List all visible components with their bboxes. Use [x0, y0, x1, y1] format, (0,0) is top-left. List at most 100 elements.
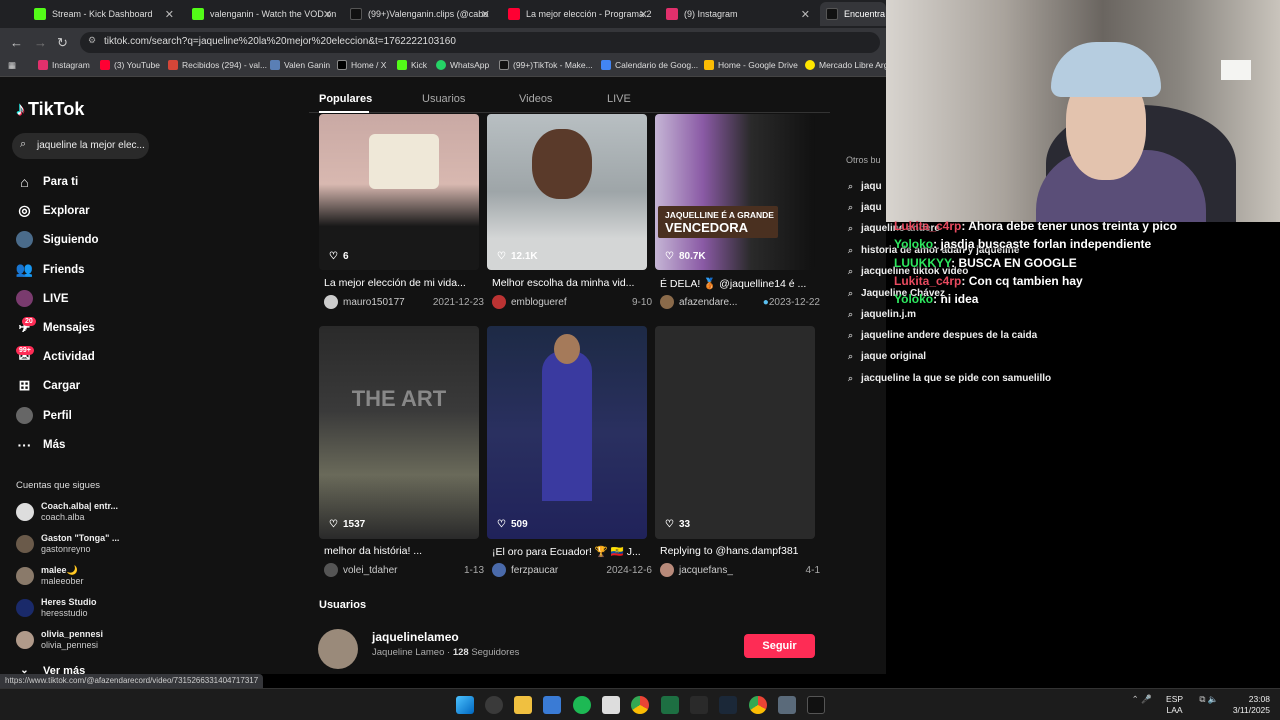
video-caption[interactable]: melhor da história! ...	[324, 545, 479, 557]
browser-tab[interactable]: (9) Instagram ✕	[660, 2, 816, 26]
nav-para-ti[interactable]: ⌂ Para ti	[16, 173, 78, 190]
user-name[interactable]: jaquelinelameo	[372, 630, 459, 644]
search-suggestion[interactable]: ⌕ jaque original	[848, 351, 926, 362]
epic-games-icon[interactable]	[690, 696, 708, 714]
bookmark-item[interactable]: Mercado Libre Arg	[805, 60, 888, 70]
avatar[interactable]	[318, 629, 358, 669]
language-indicator[interactable]: ESP LAA	[1166, 694, 1183, 716]
system-tray[interactable]: ⌃ 🎤 ESP LAA ⧉ 🔈 23:08 3/11/2025	[1132, 694, 1270, 716]
close-icon[interactable]: ✕	[639, 8, 648, 21]
store-icon[interactable]	[543, 696, 561, 714]
following-account[interactable]: Heres Studio heresstudio	[16, 597, 97, 619]
tiktok-taskbar-icon[interactable]	[807, 696, 825, 714]
search-suggestion[interactable]: ⌕ jaquelin.j.m	[848, 309, 916, 320]
bookmark-item[interactable]: WhatsApp	[436, 60, 489, 70]
video-thumbnail[interactable]: JAQUELLINE É A GRANDE VENCEDORA	[655, 114, 815, 270]
steam-icon[interactable]	[719, 696, 737, 714]
video-caption[interactable]: Melhor escolha da minha vid...	[492, 277, 647, 289]
bookmark-item[interactable]: Recibidos (294) - val...	[168, 60, 267, 70]
spotify-icon[interactable]	[573, 696, 591, 714]
nav-friends[interactable]: 👥 Friends	[16, 261, 85, 278]
browser-tab[interactable]: (99+)Valenganin.clips (@cabo ✕	[344, 2, 496, 26]
browser-tab[interactable]: La mejor elección - Programa 2 ✕	[502, 2, 654, 26]
nav-perfil[interactable]: Perfil	[16, 407, 72, 424]
search-suggestion[interactable]: ⌕ jaqueline andere despues de la caida	[848, 330, 1037, 341]
close-icon[interactable]: ✕	[801, 8, 810, 21]
search-icon: ⌕	[848, 309, 854, 319]
tiktok-logo[interactable]: ♪ TikTok	[16, 99, 84, 120]
bookmark-item[interactable]: Kick	[397, 60, 427, 70]
tab-usuarios[interactable]: Usuarios	[422, 93, 465, 105]
video-author[interactable]: jacquefans_ 4-1	[660, 563, 820, 577]
video-caption[interactable]: É DELA! 🥉 @jaquelline14 é ...	[660, 277, 815, 290]
bookmark-item[interactable]: Home / X	[337, 60, 386, 70]
video-card[interactable]: ♡ 6 La mejor elección de mi vida... mauro…	[319, 114, 484, 309]
see-more-button[interactable]: ⌄ Ver más	[16, 662, 85, 675]
nav-live[interactable]: LIVE	[16, 290, 69, 307]
file-explorer-icon[interactable]	[514, 696, 532, 714]
bookmark-item[interactable]: Calendario de Goog...	[601, 60, 698, 70]
following-account[interactable]: Gaston "Tonga" ... gastonreyno	[16, 533, 119, 555]
following-account[interactable]: Coach.alba| entr... coach.alba	[16, 501, 118, 523]
close-icon[interactable]: ✕	[481, 8, 490, 21]
video-card[interactable]: THE ART ♡ 1537 melhor da história! ... vo…	[319, 326, 484, 578]
video-caption[interactable]: Replying to @hans.dampf381	[660, 545, 815, 557]
video-thumbnail[interactable]: THE ART	[319, 326, 479, 539]
video-thumbnail[interactable]	[487, 114, 647, 270]
close-icon[interactable]: ✕	[323, 8, 332, 21]
video-author[interactable]: mauro150177 2021-12-23	[324, 295, 484, 309]
forward-icon[interactable]: →	[34, 35, 47, 50]
video-thumbnail[interactable]	[319, 114, 479, 270]
following-account[interactable]: olivia_pennesi olivia_pennesi	[16, 629, 103, 651]
tab-populares[interactable]: Populares	[319, 93, 372, 105]
tab-live[interactable]: LIVE	[607, 93, 631, 105]
tab-videos[interactable]: Videos	[519, 93, 552, 105]
video-card[interactable]: JAQUELLINE É A GRANDE VENCEDORA ♡ 80.7K É…	[655, 114, 820, 309]
nav-siguiendo[interactable]: Siguiendo	[16, 231, 99, 248]
bookmark-item[interactable]: Valen Ganin	[270, 60, 330, 70]
app-icon[interactable]	[602, 696, 620, 714]
video-thumbnail[interactable]	[655, 326, 815, 539]
video-author[interactable]: volei_tdaher 1-13	[324, 563, 484, 577]
site-info-icon[interactable]: ⚙	[88, 35, 96, 46]
video-card[interactable]: ♡ 509 ¡El oro para Ecuador! 🏆 🇪🇨 J... fer…	[487, 326, 652, 578]
nav-explorar[interactable]: ◎ Explorar	[16, 202, 89, 219]
network-volume-icon[interactable]: ⧉ 🔈	[1199, 694, 1218, 705]
video-thumbnail[interactable]	[487, 326, 647, 539]
bookmark-item[interactable]: Home - Google Drive	[704, 60, 798, 70]
video-author[interactable]: emblogueref 9-10	[492, 295, 652, 309]
bookmark-item[interactable]: (3) YouTube	[100, 60, 160, 70]
chat-message: Yoloko: ni idea	[894, 292, 979, 306]
chrome-active-icon[interactable]	[749, 696, 767, 714]
reload-icon[interactable]: ↻	[57, 35, 68, 51]
bookmark-item[interactable]: Instagram	[38, 60, 90, 70]
search-suggestion[interactable]: ⌕ jaqu	[848, 202, 882, 213]
excel-icon[interactable]	[661, 696, 679, 714]
url-input[interactable]: ⚙ tiktok.com/search?q=jaqueline%20la%20m…	[80, 32, 880, 53]
video-card[interactable]: ♡ 12.1K Melhor escolha da minha vid... em…	[487, 114, 652, 309]
follow-button[interactable]: Seguir	[744, 634, 815, 658]
clock[interactable]: 23:08 3/11/2025	[1233, 694, 1270, 716]
search-input[interactable]: ⌕ jaqueline la mejor elec...	[12, 133, 149, 159]
video-author[interactable]: afazendare... ●2023-12-22	[660, 295, 820, 309]
nav-mas[interactable]: ··· Más	[16, 436, 66, 453]
video-author[interactable]: ferzpaucar 2024-12-6	[492, 563, 652, 577]
video-caption[interactable]: La mejor elección de mi vida...	[324, 277, 479, 289]
video-caption[interactable]: ¡El oro para Ecuador! 🏆 🇪🇨 J...	[492, 545, 647, 558]
bookmark-item[interactable]: (99+)TikTok - Make...	[499, 60, 593, 70]
browser-tab[interactable]: valenganin - Watch the VOD on ✕	[186, 2, 338, 26]
nav-cargar[interactable]: ⊞ Cargar	[16, 377, 80, 394]
chrome-icon[interactable]	[631, 696, 649, 714]
browser-tab[interactable]: Stream - Kick Dashboard ✕	[28, 2, 180, 26]
browser-tab-active[interactable]: Encuentra 'ja	[820, 2, 886, 26]
following-account[interactable]: malee🌙 maleeober	[16, 565, 84, 587]
widgets-icon[interactable]	[485, 696, 503, 714]
video-card[interactable]: ♡ 33 Replying to @hans.dampf381 jacquefan…	[655, 326, 820, 578]
back-icon[interactable]: ←	[10, 35, 23, 50]
search-suggestion[interactable]: ⌕ jacqueline la que se pide con samuelill…	[848, 373, 1051, 384]
calculator-icon[interactable]	[778, 696, 796, 714]
windows-start-icon[interactable]	[456, 696, 474, 714]
apps-grid-icon[interactable]: ▦	[8, 60, 16, 71]
search-suggestion[interactable]: ⌕ jaqu	[848, 181, 882, 192]
close-icon[interactable]: ✕	[165, 8, 174, 21]
